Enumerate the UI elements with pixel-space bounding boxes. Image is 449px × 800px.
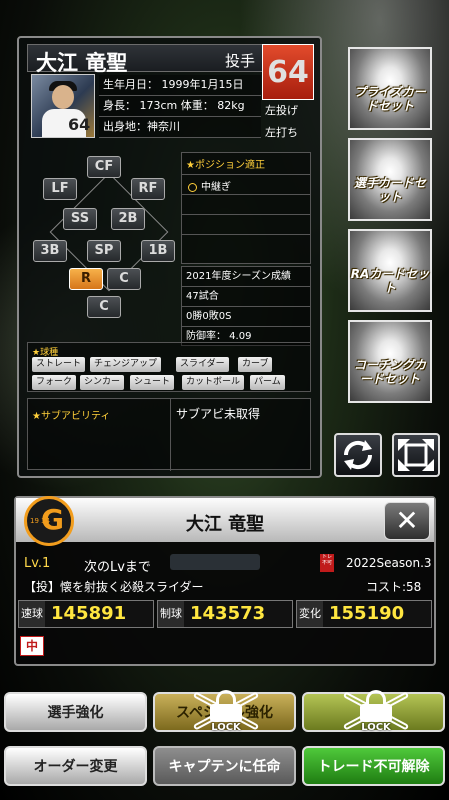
special-skill: 【投】懐を射抜く必殺スライダー [24,580,204,594]
pos-ss: SS [63,208,97,230]
player-position: 投手 [224,52,255,70]
bats-hand: 左打ち [265,126,298,139]
stat-value: 145891 [51,603,127,624]
player-enhance-button[interactable]: 選手強化 [4,692,147,732]
ra-card-set-label: RAカードセット [350,267,430,295]
detail-header: G 19 34 大江 竜聖 ✕ [16,496,434,546]
pitch-chip: ストレート [32,357,86,372]
pos-cf: CF [87,156,121,178]
aptitude-item: 中継ぎ [182,175,310,195]
ra-card-set-button[interactable]: RAカードセット [348,229,432,312]
card-cost: コスト:58 [366,580,422,594]
refresh-icon [343,440,373,470]
pitch-chip: シュート [130,375,175,390]
aptitude-title: ★ポジション適正 [182,153,310,175]
season-games: 47試合 [182,287,310,307]
detail-player-name: 大江 竜聖 [185,514,265,535]
card-season: 2022Season.3 [346,556,432,570]
pitch-types: ★球種 ストレート チェンジアップ スライダー カーブ フォーク シンカー シュ… [27,342,311,392]
pos-1b: 1B [141,240,175,262]
lock-icon: LOCK [192,688,260,734]
order-change-button[interactable]: オーダー変更 [4,746,147,786]
name-bar: 大江 竜聖 投手 [27,44,276,75]
player-info: 生年月日： 1999年1月15日 身長： 173cm 体重： 82kg 出身地：… [99,75,261,138]
stat-velocity: 速球 145891 [18,600,154,628]
player-card-set-label: 選手カードセット [353,176,426,204]
photo-head [52,85,74,109]
aptitude-empty-row [182,195,310,215]
expand-button[interactable] [392,433,440,477]
coaching-card-set-label: コーチングカードセット [353,358,426,386]
player-card-set-button[interactable]: 選手カードセット [348,138,432,221]
pitch-chip: スライダー [176,357,229,372]
trade-restricted-tag: トレ不可 [320,554,334,572]
pos-2b: 2B [111,208,145,230]
trade-unlock-button[interactable]: トレード不可解除 [302,746,445,786]
lock-body [360,704,392,722]
pos-lf: LF [43,178,77,200]
lock-label: LOCK [361,722,391,733]
circle-icon [188,182,197,192]
throws-hand: 左投げ [265,104,298,117]
role-flag-label: 中 [25,639,38,653]
stat-value: 143573 [190,603,266,624]
pitch-chip: シンカー [80,375,125,390]
season-title: 2021年度シーズン成績 [182,267,310,287]
pitch-chip: パーム [250,375,285,390]
coaching-card-set-button[interactable]: コーチングカードセット [348,320,432,403]
pos-rf: RF [131,178,165,200]
season-stats: 2021年度シーズン成績 47試合 0勝0敗0S 防御率： 4.09 [181,266,311,346]
player-photo: 64 [31,74,95,138]
lock-body [210,704,242,722]
stat-label: 制球 [158,601,184,627]
pos-catcher: C [87,296,121,318]
pos-closer: C [107,268,141,290]
photo-uniform-number: 64 [68,115,91,134]
next-level-label: 次のLvまで [84,560,151,575]
birthday: 生年月日： 1999年1月15日 [99,75,261,96]
lock-icon: LOCK [342,688,410,734]
expand-icon [398,439,434,471]
role-flag: 中 [20,636,44,656]
aptitude-empty-row [182,215,310,235]
prize-card-set-label: プライズカードセット [354,85,426,113]
pitch-chip: カーブ [238,357,273,372]
player-name: 大江 竜聖 [36,51,128,75]
card-number: 64 [267,55,309,90]
birthplace: 出身地：神奈川 [99,117,261,138]
captain-assign-button[interactable]: キャプテンに任命 [153,746,296,786]
close-button[interactable]: ✕ [384,502,430,540]
position-aptitude: ★ポジション適正 中継ぎ [181,152,311,264]
position-diamond: CF LF RF SS 2B 3B SP 1B R C C [27,150,182,336]
sub-ability-title: ★サブアビリティ [32,411,111,422]
pos-3b: 3B [33,240,67,262]
physique: 身長： 173cm 体重： 82kg [99,96,261,117]
stat-label: 変化 [297,601,323,627]
stat-control: 制球 143573 [157,600,293,628]
player-detail-panel: G 19 34 大江 竜聖 ✕ Lv.1 次のLvまで トレ不可 2022Sea… [14,496,436,666]
season-record: 0勝0敗0S [182,307,310,327]
aptitude-item-label: 中継ぎ [201,182,231,193]
player-level: Lv.1 [24,556,51,571]
player-card: 大江 竜聖 投手 64 64 生年月日： 1999年1月15日 身長： 173c… [17,36,322,478]
sub-ability: ★サブアビリティ サブアビ未取得 [27,398,311,471]
pitch-chip: チェンジアップ [90,357,162,372]
sub-ability-divider [170,399,171,471]
prize-card-set-button[interactable]: プライズカードセット [348,47,432,130]
stat-breaking: 変化 155190 [296,600,432,628]
refresh-button[interactable] [334,433,382,477]
sub-ability-none: サブアビ未取得 [176,407,261,421]
pos-sp: SP [87,240,121,262]
stat-label: 速球 [19,601,45,627]
close-icon: ✕ [395,504,419,537]
stat-value: 155190 [329,603,405,624]
card-number-badge: 64 [262,44,314,100]
lock-label: LOCK [211,722,241,733]
pos-r: R [69,268,103,290]
pitch-chip: フォーク [32,375,77,390]
pitch-chip: カットボール [182,375,245,390]
exp-bar [170,554,260,570]
